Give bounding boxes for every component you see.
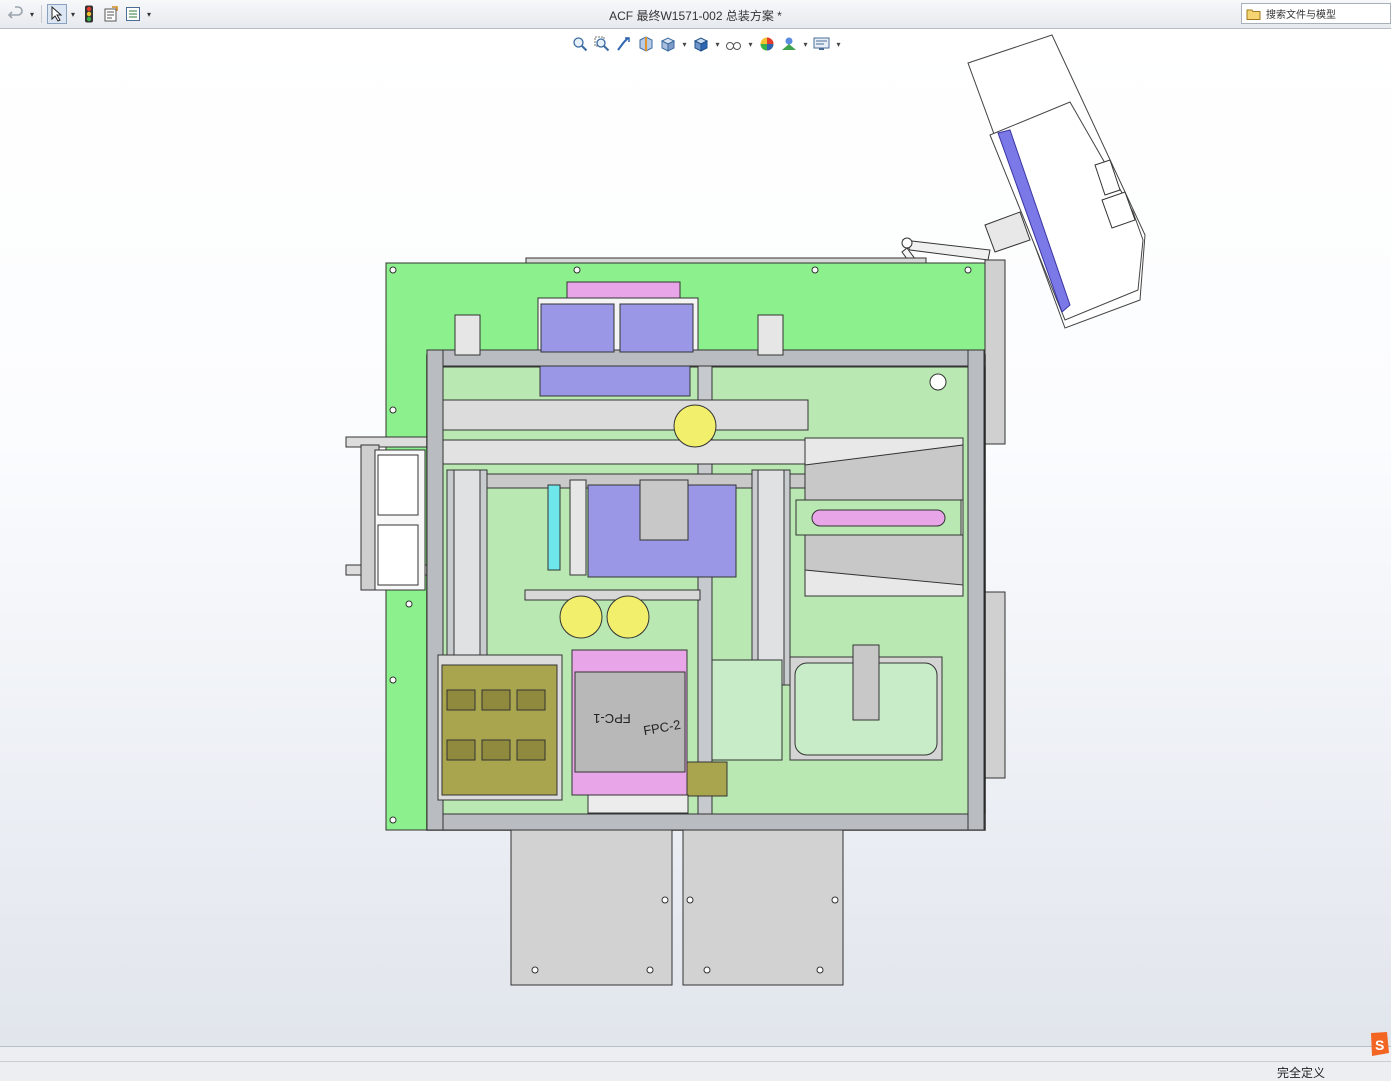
left-fixture[interactable] bbox=[345, 436, 429, 591]
status-bar: 完全定义 bbox=[0, 1046, 1391, 1081]
definition-status: 完全定义 bbox=[1277, 1066, 1326, 1080]
fpc-1-label: FPC-1 bbox=[593, 711, 631, 726]
assembly-model[interactable]: FPC-1 FPC-2 bbox=[0, 29, 1391, 1046]
graphics-area[interactable]: ▾ ▾ ▾ ▾ ▾ FPC-1 FPC-2 bbox=[0, 29, 1391, 1046]
search-box[interactable]: 搜索文件与模型 bbox=[1241, 3, 1391, 24]
right-chute[interactable] bbox=[795, 437, 964, 597]
window-title: ACF 最终W1571-002 总装方案 * bbox=[609, 9, 782, 23]
fpc-fixture[interactable]: FPC-1 FPC-2 bbox=[571, 649, 689, 814]
input-method-logo-icon[interactable]: S bbox=[1368, 1031, 1390, 1057]
right-tray[interactable] bbox=[711, 644, 943, 761]
bottom-feeders[interactable] bbox=[510, 829, 844, 986]
search-label: 搜索文件与模型 bbox=[1266, 10, 1336, 21]
folder-search-icon bbox=[1246, 9, 1261, 20]
upper-motor-modules[interactable] bbox=[537, 281, 699, 414]
svg-text:S: S bbox=[1375, 1037, 1384, 1053]
title-bar: ▾ ▾ ▾ ACF 最终W1571-002 总装方案 * 搜索文件与模型 bbox=[0, 0, 1391, 29]
